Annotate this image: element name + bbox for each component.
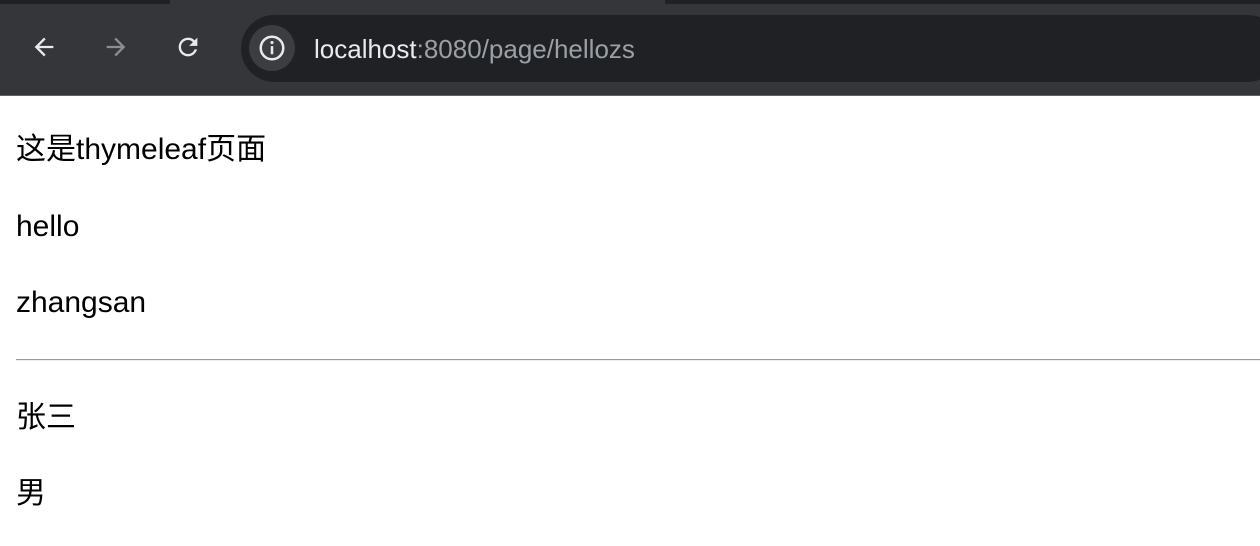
site-info-button[interactable] bbox=[249, 25, 295, 71]
greeting-text: hello bbox=[16, 210, 80, 243]
arrow-left-icon bbox=[34, 37, 54, 57]
back-button[interactable] bbox=[26, 29, 62, 65]
tab-strip bbox=[0, 0, 1260, 4]
reload-icon bbox=[178, 37, 198, 57]
browser-toolbar: localhost:8080/page/hellozs bbox=[0, 0, 1260, 96]
page-heading-text: 这是thymeleaf页面 bbox=[16, 133, 267, 166]
name-text: 张三 bbox=[16, 401, 76, 434]
gender-text: 男 bbox=[16, 477, 46, 510]
horizontal-rule bbox=[16, 359, 1260, 361]
reload-button[interactable] bbox=[170, 29, 206, 65]
url-host: localhost bbox=[314, 34, 417, 64]
username-text: zhangsan bbox=[16, 286, 147, 319]
forward-button[interactable] bbox=[98, 29, 134, 65]
info-icon bbox=[259, 35, 285, 61]
address-bar[interactable]: localhost:8080/page/hellozs bbox=[241, 15, 1260, 82]
page-content: 这是thymeleaf页面 hello zhangsan 张三 男 bbox=[0, 96, 1260, 546]
active-tab[interactable] bbox=[170, 0, 665, 4]
url-text[interactable]: localhost:8080/page/hellozs bbox=[314, 34, 635, 64]
url-path: :8080/page/hellozs bbox=[416, 34, 635, 64]
arrow-right-icon bbox=[106, 37, 126, 57]
